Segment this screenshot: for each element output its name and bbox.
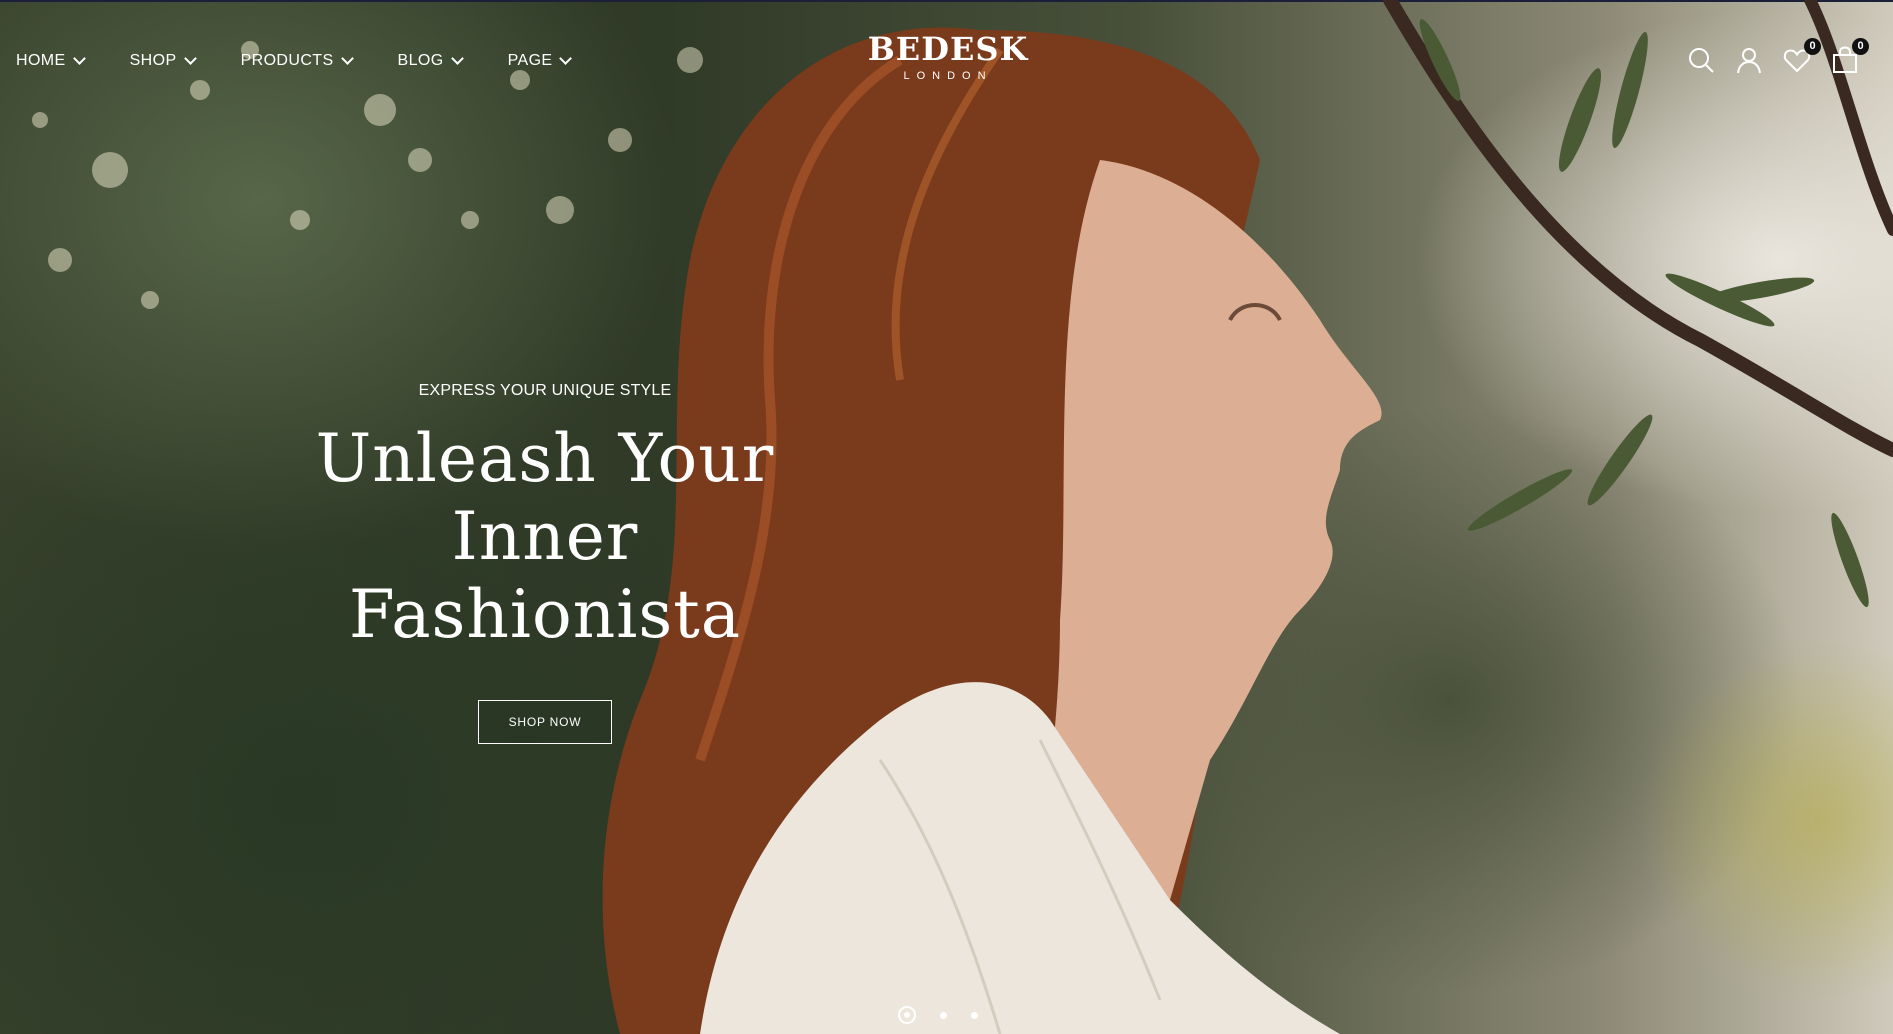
chevron-down-icon: [450, 52, 464, 65]
nav-item-label: PAGE: [507, 52, 553, 69]
chevron-down-icon: [183, 52, 197, 65]
nav-item-label: BLOG: [397, 52, 444, 69]
nav-item-label: PRODUCTS: [240, 52, 334, 69]
shop-now-button[interactable]: SHOP NOW: [477, 700, 613, 744]
nav-item-page[interactable]: PAGE: [507, 44, 573, 78]
slide-dot-2[interactable]: [940, 1011, 947, 1019]
chevron-down-icon: [559, 52, 573, 65]
nav-item-home[interactable]: HOME: [16, 44, 86, 78]
chevron-down-icon: [340, 52, 354, 65]
account-button[interactable]: [1735, 46, 1763, 74]
cart-button[interactable]: 0: [1831, 38, 1869, 74]
search-icon: [1689, 48, 1714, 73]
logo-brand: BEDESK: [867, 30, 1029, 68]
slide-dot-3[interactable]: [971, 1011, 978, 1019]
nav-item-label: SHOP: [129, 52, 177, 69]
hero-headline: Unleash Your Inner Fashionista: [245, 420, 845, 654]
hero-banner: HOME SHOP PRODUCTS BLOG PAGE BEDESK LOND…: [0, 0, 1893, 1034]
main-nav: HOME SHOP PRODUCTS BLOG PAGE: [16, 44, 616, 78]
slide-dot-1[interactable]: [898, 1006, 916, 1024]
chevron-down-icon: [72, 52, 86, 65]
wishlist-count-badge: 0: [1804, 38, 1821, 55]
hero-content: EXPRESS YOUR UNIQUE STYLE Unleash Your I…: [245, 382, 845, 744]
slider-pagination: [898, 1006, 978, 1024]
hero-headline-line2: Inner Fashionista: [348, 498, 742, 653]
cart-count-badge: 0: [1852, 38, 1869, 55]
nav-item-shop[interactable]: SHOP: [129, 44, 197, 78]
wishlist-button[interactable]: 0: [1783, 38, 1821, 74]
nav-item-products[interactable]: PRODUCTS: [240, 44, 354, 78]
site-logo[interactable]: BEDESK LONDON: [866, 30, 1030, 82]
hero-eyebrow: EXPRESS YOUR UNIQUE STYLE: [418, 382, 672, 399]
user-icon: [1737, 48, 1761, 74]
logo-subtitle: LONDON: [903, 70, 993, 82]
header-actions: 0 0: [1687, 38, 1869, 74]
hero-headline-line1: Unleash Your: [315, 420, 775, 497]
nav-item-label: HOME: [16, 52, 66, 69]
nav-item-blog[interactable]: BLOG: [397, 44, 464, 78]
search-button[interactable]: [1687, 46, 1715, 74]
